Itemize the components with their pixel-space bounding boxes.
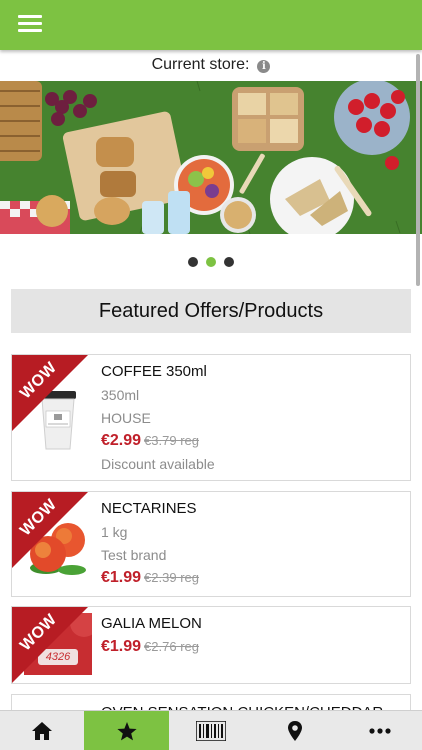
product-price: €2.99 €3.79 reg bbox=[101, 432, 402, 450]
tab-scan-barcode[interactable] bbox=[169, 711, 253, 750]
product-price: €1.99 €2.76 reg bbox=[101, 638, 402, 656]
info-icon[interactable]: i bbox=[257, 60, 271, 73]
featured-section-title: Featured Offers/Products bbox=[11, 289, 411, 333]
product-note: Discount available bbox=[101, 456, 215, 472]
product-name: GALIA MELON bbox=[101, 615, 202, 632]
top-app-bar bbox=[0, 0, 422, 50]
carousel-dot[interactable] bbox=[224, 257, 234, 267]
product-info: GALIA MELON €1.99 €2.76 reg bbox=[101, 615, 402, 661]
home-icon bbox=[32, 722, 53, 740]
product-card-coffee[interactable]: WOW COFFEE 350ml 350ml HOUSE €2.99 €3.79 … bbox=[11, 354, 411, 481]
product-size: 350ml bbox=[101, 387, 140, 403]
product-size: 1 kg bbox=[101, 524, 128, 540]
current-store-line: Current store: i bbox=[0, 56, 422, 76]
product-brand: HOUSE bbox=[101, 410, 151, 426]
scrollbar[interactable] bbox=[416, 54, 420, 286]
product-info: COFFEE 350ml 350ml HOUSE €2.99 €3.79 reg … bbox=[101, 363, 402, 478]
price-regular: €2.39 reg bbox=[144, 570, 199, 585]
product-card-nectarines[interactable]: WOW NECTARINES 1 kg Test brand €1.99 €2.3… bbox=[11, 491, 411, 597]
banner-image bbox=[0, 81, 422, 234]
product-card-galia-melon[interactable]: 4326 WOW GALIA MELON €1.99 €2.76 reg bbox=[11, 606, 411, 684]
barcode-icon bbox=[196, 721, 227, 741]
tab-store-locator[interactable] bbox=[253, 711, 337, 750]
location-pin-icon bbox=[288, 721, 303, 741]
hamburger-menu-icon[interactable] bbox=[18, 14, 42, 34]
current-store-label: Current store: bbox=[151, 56, 250, 73]
more-icon bbox=[369, 728, 391, 734]
price-now: €1.99 bbox=[101, 638, 142, 655]
carousel-dot[interactable] bbox=[188, 257, 198, 267]
price-regular: €2.76 reg bbox=[144, 639, 199, 654]
product-info: NECTARINES 1 kg Test brand €1.99 €2.39 re… bbox=[101, 500, 402, 592]
carousel-dot-active[interactable] bbox=[206, 257, 216, 267]
wow-badge: WOW bbox=[12, 492, 92, 572]
product-name: COFFEE 350ml bbox=[101, 363, 207, 380]
tab-home[interactable] bbox=[0, 711, 84, 750]
product-name: NECTARINES bbox=[101, 500, 197, 517]
price-now: €1.99 bbox=[101, 569, 142, 586]
price-now: €2.99 bbox=[101, 432, 142, 449]
picnic-food-banner[interactable] bbox=[0, 81, 422, 234]
star-icon bbox=[117, 721, 137, 740]
tab-favorites[interactable] bbox=[84, 711, 169, 750]
carousel-dots bbox=[0, 254, 422, 272]
tab-more[interactable] bbox=[338, 711, 422, 750]
product-brand: Test brand bbox=[101, 547, 167, 563]
price-regular: €3.79 reg bbox=[144, 433, 199, 448]
wow-badge: WOW bbox=[12, 355, 92, 435]
product-price: €1.99 €2.39 reg bbox=[101, 569, 402, 587]
wow-badge: WOW bbox=[12, 607, 92, 683]
bottom-tab-bar bbox=[0, 710, 422, 750]
